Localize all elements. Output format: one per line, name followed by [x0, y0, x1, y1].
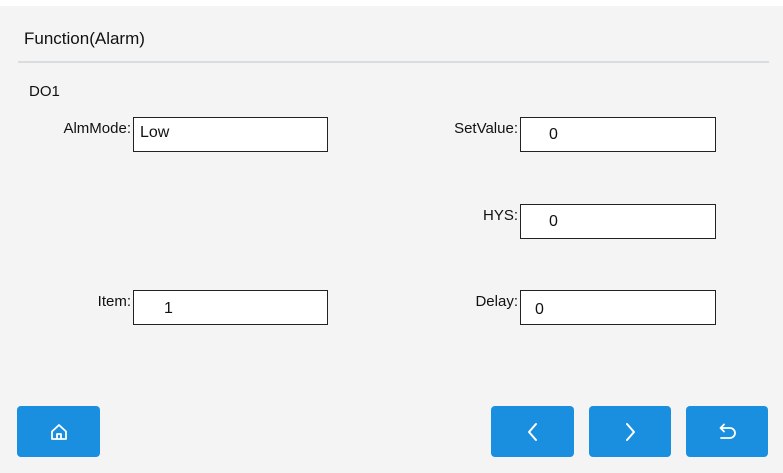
set-value-field[interactable]: 0 [520, 117, 716, 152]
alm-mode-value: Low [140, 124, 170, 141]
title-divider [18, 61, 769, 63]
chevron-right-icon [620, 420, 640, 444]
section-label: DO1 [29, 83, 60, 100]
hys-field[interactable]: 0 [520, 204, 716, 239]
hys-value: 0 [549, 213, 558, 230]
previous-button[interactable] [491, 406, 574, 457]
back-button[interactable] [686, 406, 768, 457]
item-field[interactable]: 1 [133, 290, 328, 325]
return-icon [715, 421, 739, 443]
delay-label: Delay: [475, 293, 518, 310]
top-strip [0, 0, 783, 6]
alarm-function-screen: Function(Alarm) DO1 AlmMode: Low SetValu… [0, 0, 783, 473]
delay-value: 0 [535, 301, 544, 318]
item-value: 1 [164, 300, 173, 317]
alm-mode-label: AlmMode: [63, 120, 131, 137]
home-icon [49, 422, 69, 442]
hys-label: HYS: [482, 207, 518, 224]
page-title: Function(Alarm) [24, 29, 145, 48]
set-value-label: SetValue: [454, 120, 518, 137]
set-value-value: 0 [549, 126, 558, 143]
alm-mode-field[interactable]: Low [133, 117, 328, 152]
item-label: Item: [97, 293, 131, 310]
delay-field[interactable]: 0 [520, 290, 716, 325]
next-button[interactable] [589, 406, 671, 457]
home-button[interactable] [17, 406, 100, 457]
chevron-left-icon [523, 420, 543, 444]
